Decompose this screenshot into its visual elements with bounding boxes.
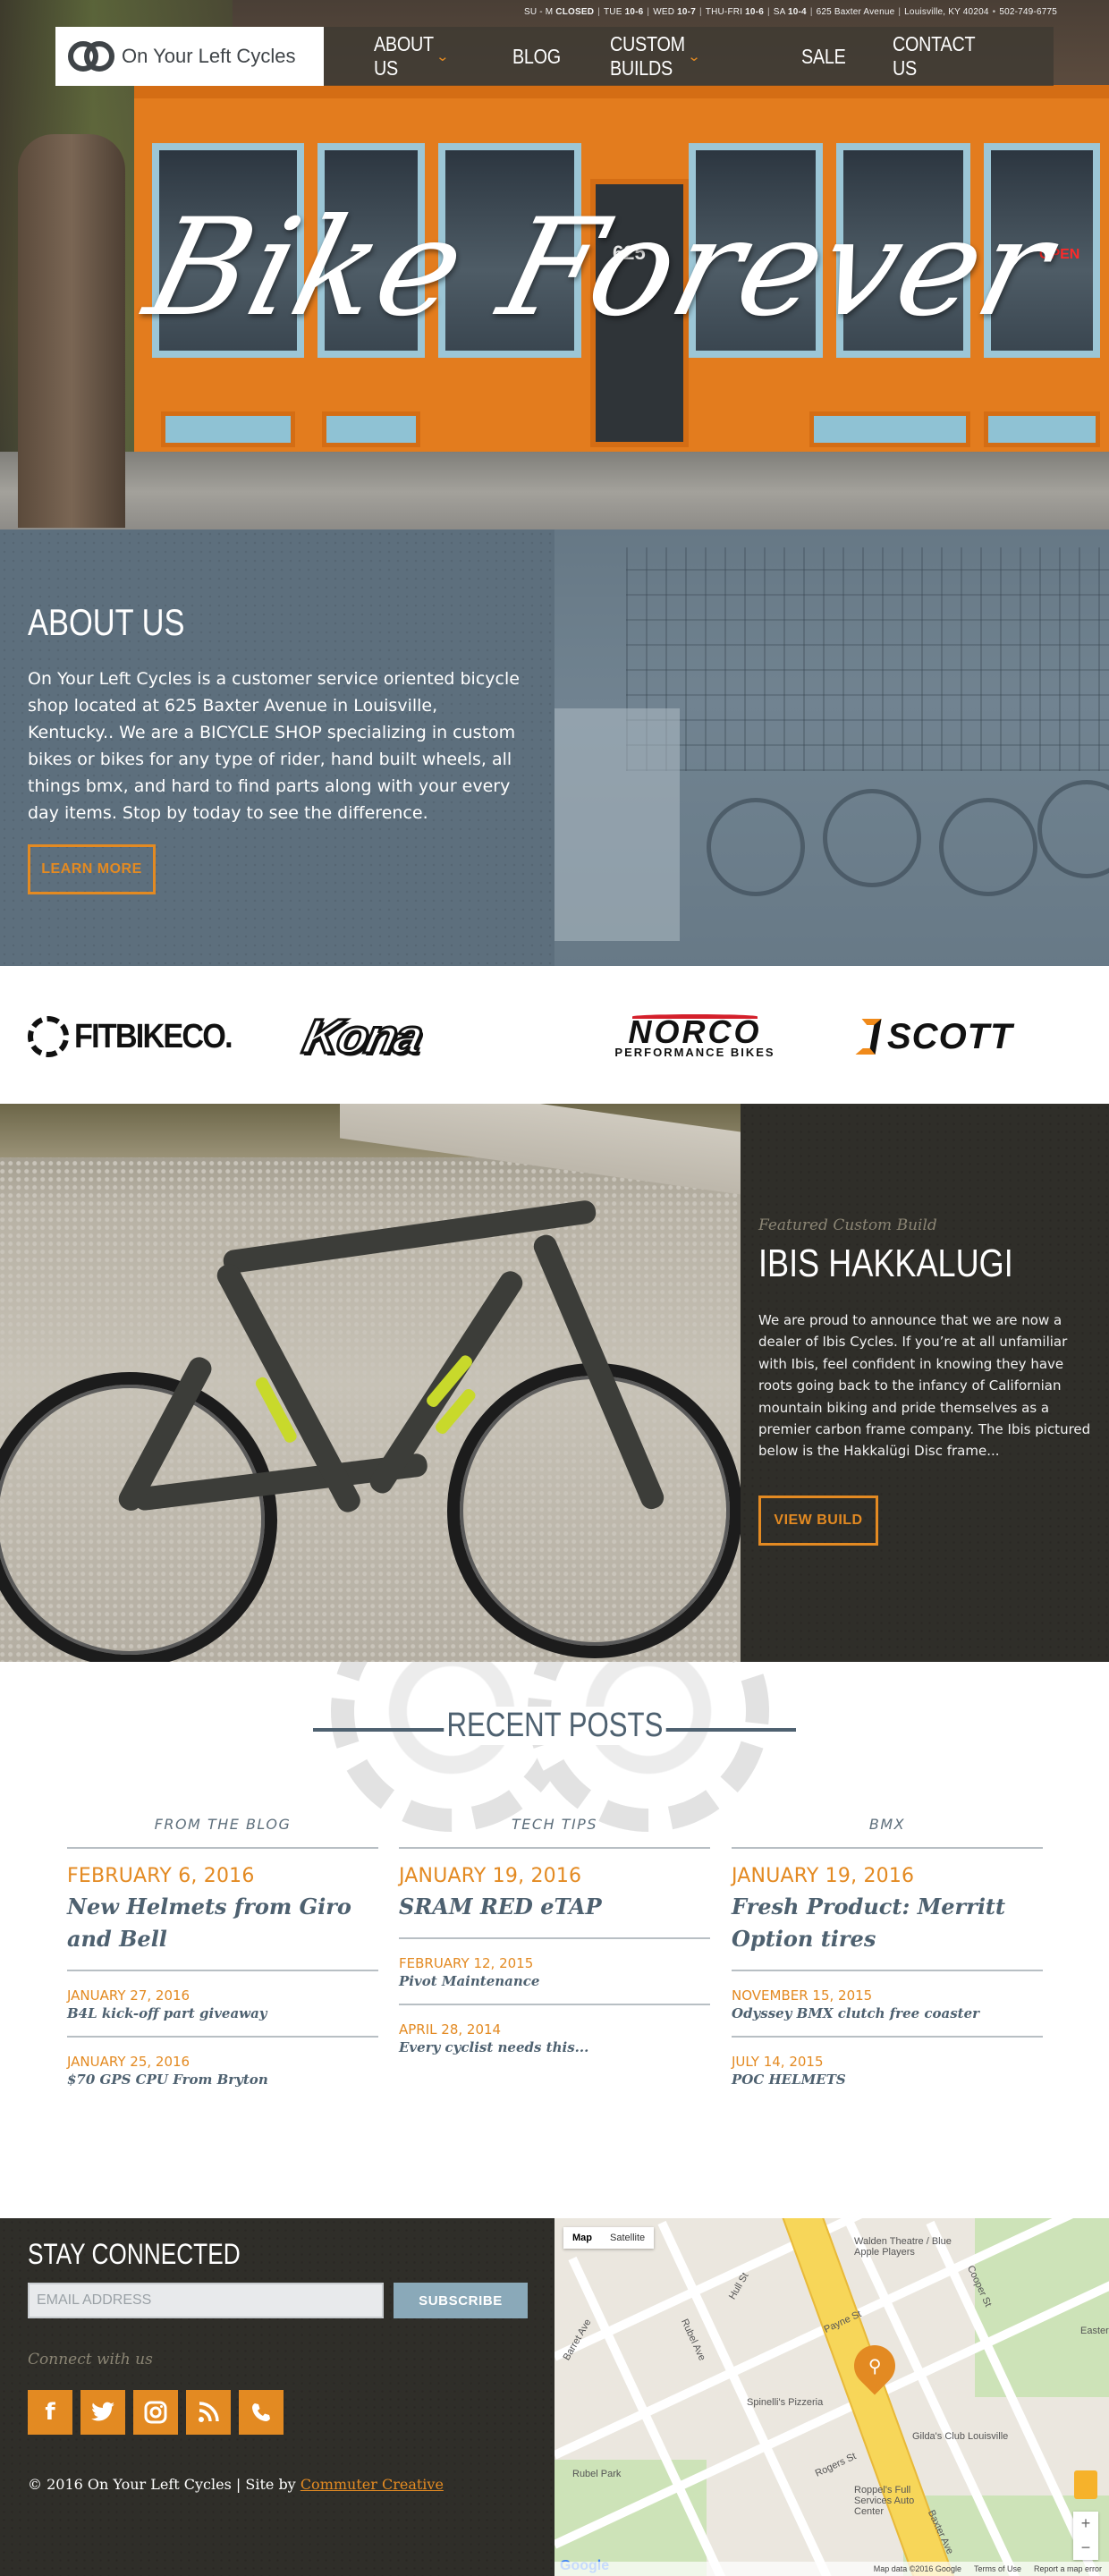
list-item[interactable]: JANUARY 25, 2016 $70 GPS CPU From Bryton: [67, 2036, 378, 2102]
list-item[interactable]: JULY 14, 2015 POC HELMETS: [732, 2036, 1043, 2102]
featured-eyebrow: Featured Custom Build: [758, 1216, 937, 1234]
hero-title: Bike Forever: [132, 191, 1068, 346]
map-tab[interactable]: Map: [563, 2227, 601, 2249]
zoom-out-button[interactable]: −: [1073, 2536, 1098, 2560]
brand-norco-logo[interactable]: NORCO PERFORMANCE BIKES: [583, 1014, 807, 1059]
chevron-down-icon: ⌄: [687, 49, 701, 64]
street-view-pegman-icon[interactable]: [1074, 2470, 1097, 2499]
map-attribution: Map data ©2016 Google Terms of Use Repor…: [554, 2562, 1109, 2576]
about-body: On Your Left Cycles is a customer servic…: [28, 669, 520, 823]
post-column-bmx: BMX JANUARY 19, 2016 Fresh Product: Merr…: [732, 1816, 1043, 2102]
facebook-icon[interactable]: f: [28, 2390, 72, 2435]
rear-wheel: [0, 1372, 277, 1662]
store-location-map[interactable]: Walden Theatre / Blue Apple Players Spin…: [554, 2218, 1109, 2576]
featured-build-panel: Featured Custom Build IBIS HAKKALUGI We …: [741, 1104, 1109, 1662]
nav-blog[interactable]: Blog: [512, 45, 561, 69]
satellite-tab[interactable]: Satellite: [601, 2227, 654, 2249]
nav-sale[interactable]: Sale: [801, 45, 846, 69]
column-category: BMX: [868, 1816, 906, 1833]
commuter-creative-link[interactable]: Commuter Creative: [301, 2476, 444, 2493]
zoom-controls: + −: [1073, 2512, 1098, 2560]
about-heading: ABOUT US: [28, 601, 185, 643]
learn-more-button[interactable]: LEARN MORE: [28, 844, 156, 894]
about-section: ABOUT US On Your Left Cycles is a custom…: [0, 530, 554, 966]
featured-body: We are proud to announce that we are now…: [758, 1312, 1091, 1460]
scott-mark-icon: [855, 1019, 882, 1055]
zoom-in-button[interactable]: +: [1073, 2512, 1098, 2536]
chevron-down-icon: ⌄: [436, 49, 450, 64]
column-category: FROM THE BLOG: [154, 1816, 292, 1833]
recent-posts-section: RECENT POSTS FROM THE BLOG FEBRUARY 6, 2…: [0, 1662, 1109, 2218]
post-column-tech-tips: TECH TIPS JANUARY 19, 2016 SRAM RED eTAP…: [399, 1816, 710, 2070]
social-links: f: [28, 2390, 284, 2435]
list-item[interactable]: JANUARY 27, 2016 B4L kick-off part givea…: [67, 1970, 378, 2036]
store-hours-bar: SU - M CLOSED | TUE 10-6 | WED 10-7 | THU-FRI …: [524, 7, 1057, 17]
gear-icon: [28, 1016, 69, 1057]
site-logo[interactable]: On Your Left Cycles: [55, 27, 324, 86]
stay-connected-heading: STAY CONNECTED: [28, 2238, 241, 2270]
list-item[interactable]: APRIL 28, 2014 Every cyclist needs this.…: [399, 2004, 710, 2070]
chainring-icon: [528, 1662, 769, 1832]
subscribe-button[interactable]: SUBSCRIBE: [394, 2283, 528, 2318]
brand-fitbikeco-logo[interactable]: FITBIKECO.: [28, 1014, 249, 1059]
lead-post[interactable]: JANUARY 19, 2016 Fresh Product: Merritt …: [732, 1865, 1043, 1970]
post-column-blog: FROM THE BLOG FEBRUARY 6, 2016 New Helme…: [67, 1816, 378, 2102]
front-wheel: [447, 1363, 741, 1658]
recent-posts-heading: RECENT POSTS: [0, 1707, 1109, 1745]
twitter-icon[interactable]: [80, 2390, 125, 2435]
nav-about-us[interactable]: About Us ⌄: [374, 32, 450, 80]
shop-interior-image: [554, 530, 1109, 966]
phone-icon[interactable]: [239, 2390, 284, 2435]
logo-text: On Your Left Cycles: [122, 45, 296, 67]
cycle-rings-icon: [68, 41, 114, 72]
footer-stay-connected: STAY CONNECTED SUBSCRIBE Connect with us…: [0, 2218, 554, 2576]
brand-kona-logo[interactable]: Kona: [297, 1008, 528, 1064]
connect-label: Connect with us: [28, 2351, 153, 2368]
copyright-text: © 2016 On Your Left Cycles | Site by Com…: [28, 2476, 444, 2493]
column-category: TECH TIPS: [512, 1816, 597, 1833]
instagram-icon[interactable]: [133, 2390, 178, 2435]
rss-icon[interactable]: [186, 2390, 231, 2435]
store-phone[interactable]: 502-749-6775: [999, 7, 1057, 17]
store-address: 625 Baxter Avenue: [816, 7, 895, 17]
brand-logos: FITBIKECO. Kona NORCO PERFORMANCE BIKES …: [0, 966, 1109, 1104]
featured-bike-image: [0, 1104, 741, 1662]
featured-title: IBIS HAKKALUGI: [758, 1241, 1013, 1285]
brand-scott-logo[interactable]: SCOTT: [855, 1014, 1082, 1059]
lead-post[interactable]: JANUARY 19, 2016 SRAM RED eTAP: [399, 1865, 710, 1937]
map-type-toggle: Map Satellite: [563, 2227, 655, 2249]
view-build-button[interactable]: VIEW BUILD: [758, 1496, 878, 1546]
nav-custom-builds[interactable]: Custom Builds ⌄: [610, 32, 701, 80]
list-item[interactable]: FEBRUARY 12, 2015 Pivot Maintenance: [399, 1937, 710, 2004]
lead-post[interactable]: FEBRUARY 6, 2016 New Helmets from Giro a…: [67, 1865, 378, 1970]
email-field[interactable]: [28, 2283, 384, 2318]
list-item[interactable]: NOVEMBER 15, 2015 Odyssey BMX clutch fre…: [732, 1970, 1043, 2036]
page: 625 OPEN Bike Forever SU - M CLOSED | TUE …: [0, 0, 1109, 2576]
nav-contact-us[interactable]: Contact Us: [893, 32, 975, 80]
